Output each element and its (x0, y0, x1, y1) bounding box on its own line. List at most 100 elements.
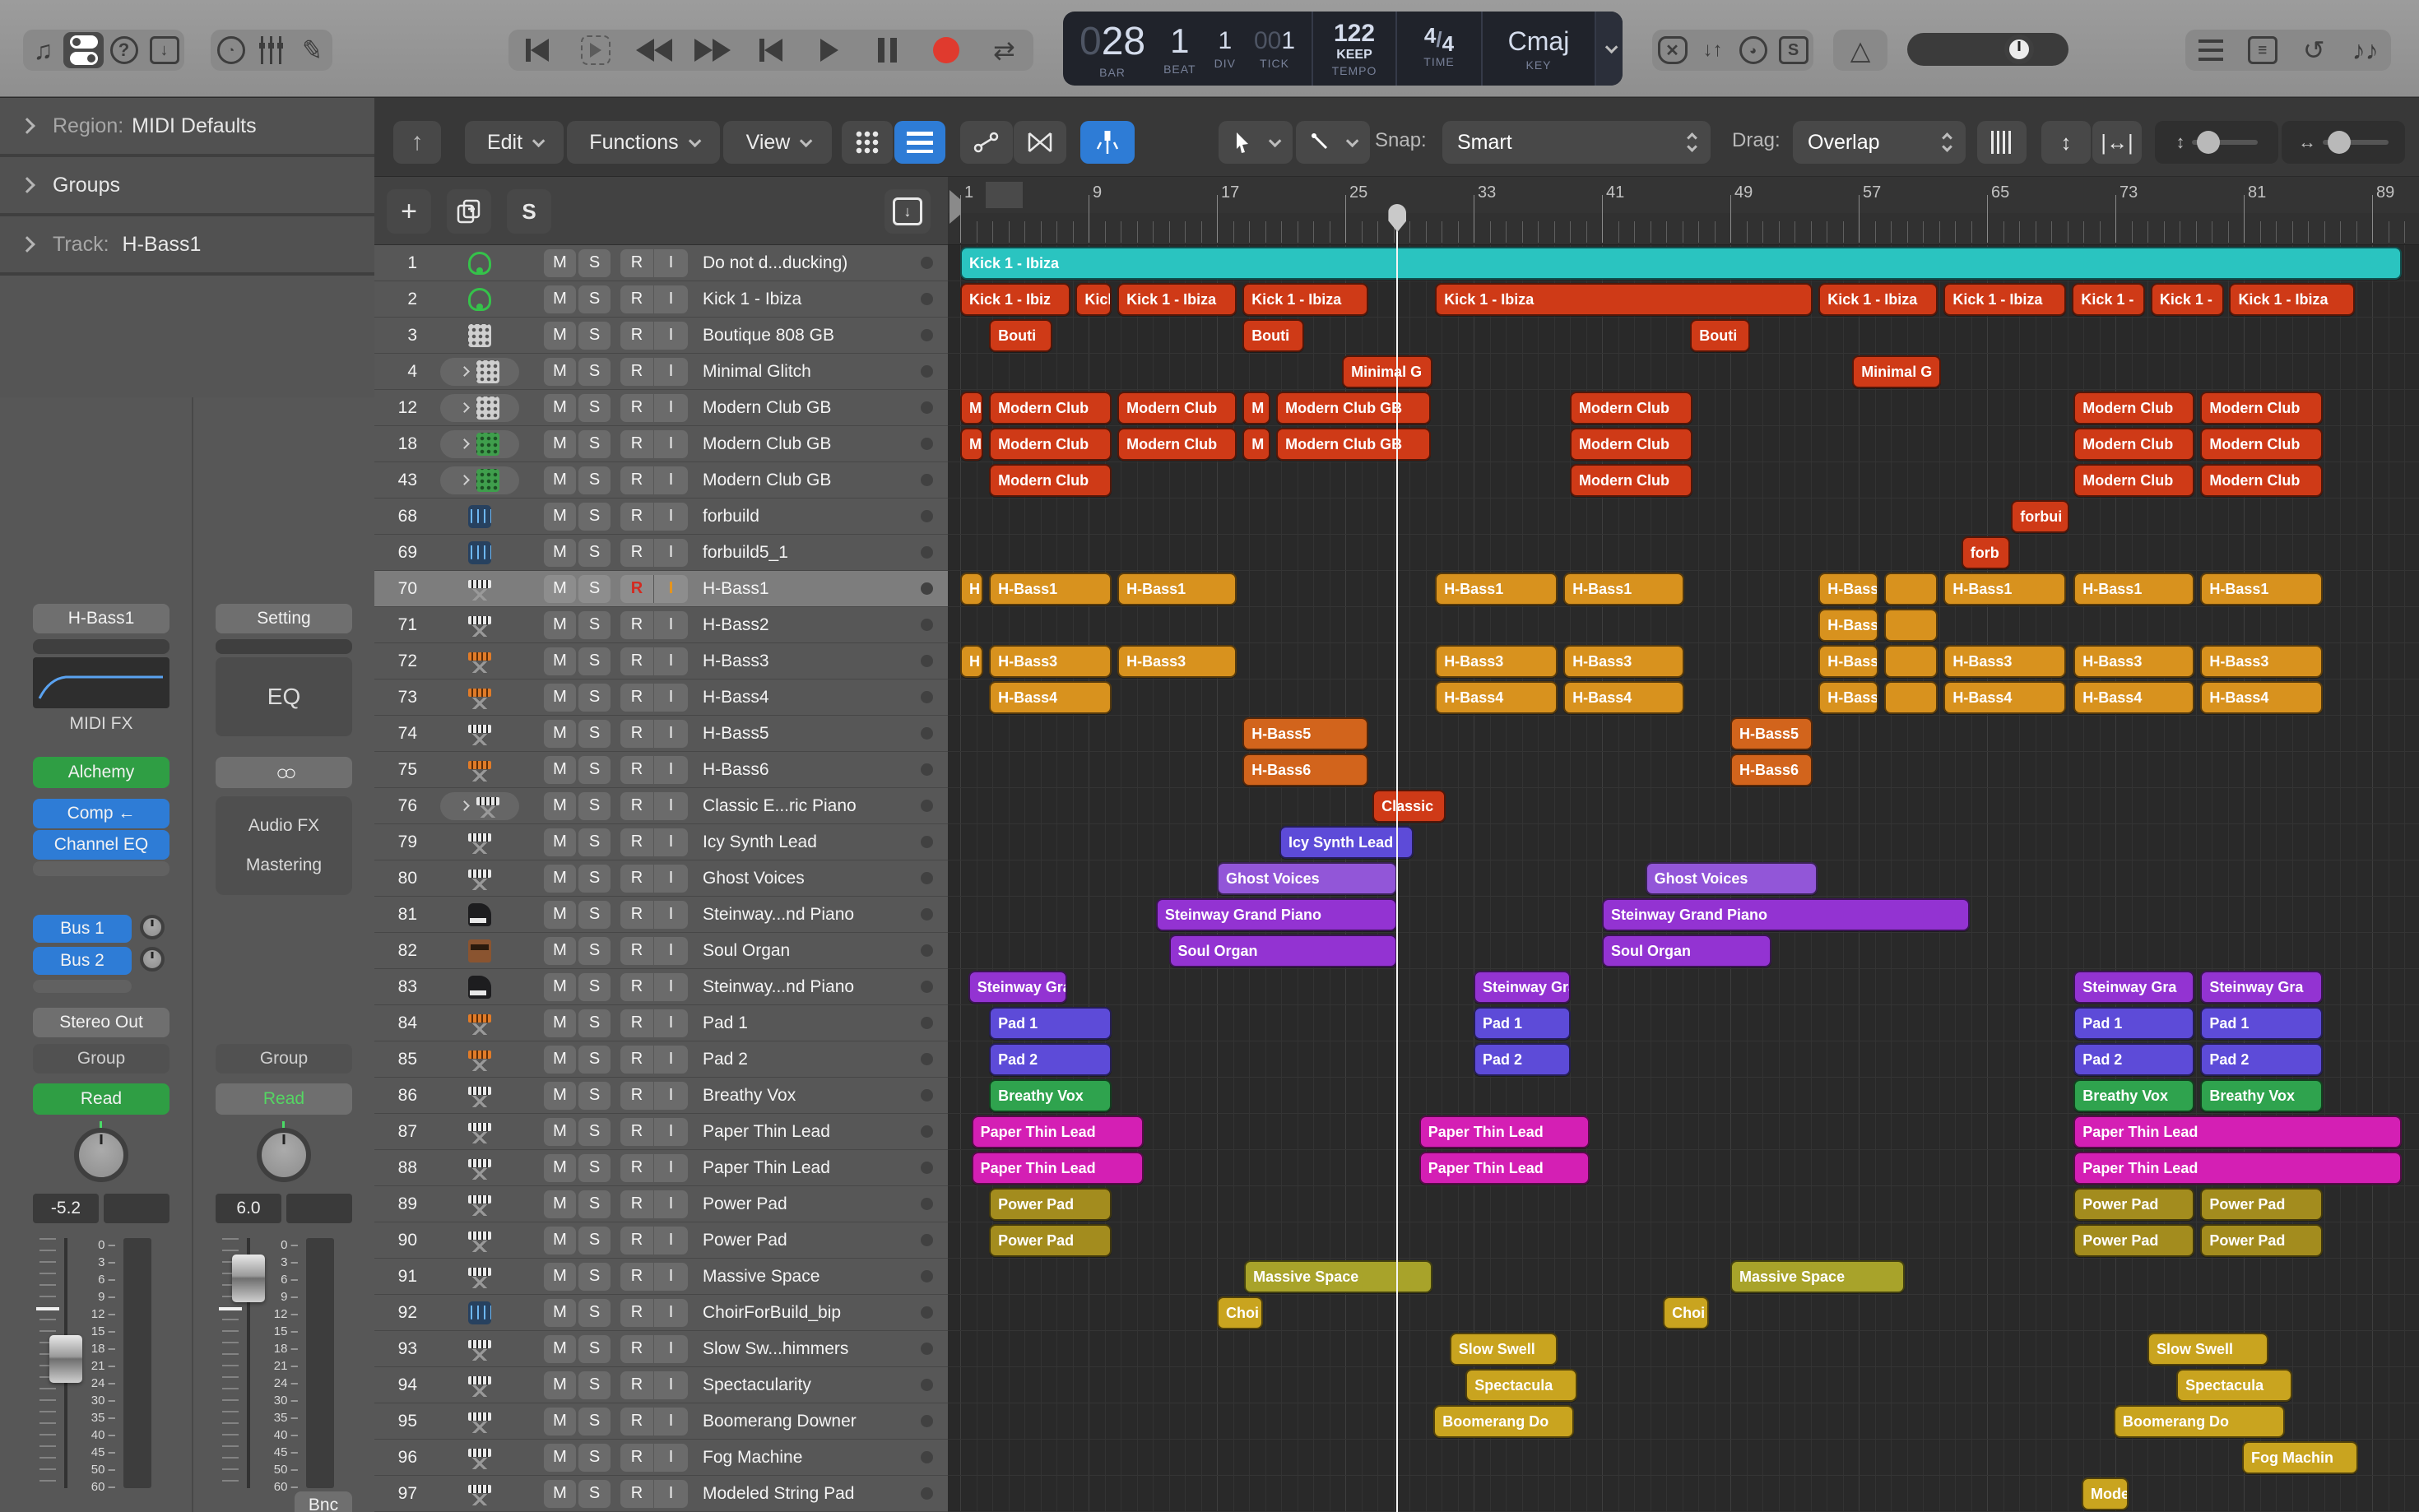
region-h-bass3[interactable]: H-Bass3 (989, 645, 1112, 678)
region-soul-organ[interactable]: Soul Organ (1602, 935, 1771, 967)
media-library-icon[interactable]: ♫ (23, 32, 63, 68)
instrument-slot-button[interactable]: Alchemy (33, 757, 169, 788)
region-pad-1[interactable]: Pad 1 (2200, 1007, 2323, 1040)
region-modern-club[interactable]: Modern Club (2200, 392, 2323, 424)
region-h-bass3[interactable] (1884, 645, 1938, 678)
track-row-92[interactable]: 92MSRIChoirForBuild_bip (374, 1295, 948, 1331)
region-ghost-voices[interactable]: Ghost Voices (1217, 862, 1397, 895)
input-monitor-button[interactable]: I (654, 1299, 688, 1327)
track-row-1[interactable]: 1MSRIDo not d...ducking) (374, 245, 948, 281)
region-steinway-gra[interactable]: Steinway Gra (2200, 971, 2323, 1004)
track-name[interactable]: forbuild5_1 (703, 543, 921, 563)
region-model[interactable]: Model (2082, 1477, 2129, 1510)
record-enable-button[interactable]: R (620, 575, 654, 603)
track-row-71[interactable]: 71MSRIH-Bass2 (374, 607, 948, 643)
track-name[interactable]: Ghost Voices (703, 869, 921, 888)
track-name[interactable]: Soul Organ (703, 941, 921, 961)
track-row-83[interactable]: 83MSRISteinway...nd Piano (374, 969, 948, 1005)
region-h-bass2[interactable] (1884, 609, 1938, 642)
record-enable-button[interactable]: R (620, 828, 654, 856)
region-m[interactable]: M (960, 392, 983, 424)
output-routing-button[interactable]: Stereo Out (33, 1008, 169, 1037)
edit-menu[interactable]: Edit (465, 121, 564, 164)
region-h-bass1[interactable]: H-Bass1 (989, 573, 1112, 605)
solo-button[interactable]: S (578, 1408, 611, 1435)
track-name[interactable]: Massive Space (703, 1267, 921, 1287)
region-slow-swell[interactable]: Slow Swell (1450, 1333, 1558, 1366)
track-name[interactable]: Paper Thin Lead (703, 1122, 921, 1142)
record-enable-button[interactable]: R (620, 937, 654, 965)
master-volume-knob[interactable] (2004, 35, 2034, 64)
region-h-bass3[interactable]: H-Bass3 (1818, 645, 1878, 678)
input-monitor-button[interactable]: I (654, 1082, 688, 1110)
solo-button[interactable]: S (578, 611, 611, 639)
record-enable-button[interactable]: R (620, 611, 654, 639)
send-bus-1-button[interactable]: Bus 1 (33, 915, 132, 943)
region-h-bass1[interactable]: H-Bass1 (2073, 573, 2194, 605)
record-enable-button[interactable]: R (620, 1009, 654, 1037)
solo-button[interactable]: S (578, 1299, 611, 1327)
track-name[interactable]: H-Bass6 (703, 760, 921, 780)
record-enable-button[interactable]: R (620, 1118, 654, 1146)
region-minimal-g[interactable]: Minimal G (1342, 355, 1432, 388)
mute-button[interactable]: M (544, 828, 576, 856)
track-name[interactable]: Slow Sw...himmers (703, 1339, 921, 1359)
solo-button[interactable]: S (578, 1118, 611, 1146)
track-row-69[interactable]: 69MSRIforbuild5_1 (374, 535, 948, 571)
mute-button[interactable]: M (544, 1335, 576, 1363)
record-enable-button[interactable]: R (620, 792, 654, 820)
region-kick-1-ibiza[interactable]: Kick 1 - Ibiza (1818, 283, 1938, 316)
region-h[interactable]: H (960, 573, 983, 605)
input-monitor-button[interactable]: I (654, 720, 688, 748)
region-kick[interactable]: Kick (1075, 283, 1112, 316)
record-enable-button[interactable]: R (620, 756, 654, 784)
region-massive-space[interactable]: Massive Space (1244, 1260, 1432, 1293)
input-monitor-button[interactable]: I (654, 828, 688, 856)
track-row-74[interactable]: 74MSRIH-Bass5 (374, 716, 948, 752)
track-name[interactable]: Power Pad (703, 1194, 921, 1214)
pan-knob[interactable] (74, 1128, 128, 1182)
audio-fx-slot-2[interactable]: Channel EQ (33, 830, 169, 860)
snap-dropdown[interactable]: Smart (1442, 121, 1711, 164)
go-to-beginning-icon[interactable] (514, 32, 560, 68)
record-enable-button[interactable]: R (620, 684, 654, 712)
region-h-bass5[interactable]: H-Bass5 (1730, 717, 1813, 750)
record-enable-button[interactable]: R (620, 1046, 654, 1074)
solo-mode-icon[interactable]: S (1773, 32, 1813, 68)
region-modern-club[interactable]: Modern Club (1117, 428, 1237, 461)
vertical-auto-zoom-icon[interactable]: ↕ (2041, 121, 2091, 164)
region-power-pad[interactable]: Power Pad (2073, 1188, 2194, 1221)
track-row-4[interactable]: 4MSRIMinimal Glitch (374, 354, 948, 390)
mute-button[interactable]: M (544, 249, 576, 277)
region-modern-club[interactable]: Modern Club (2073, 392, 2194, 424)
mute-button[interactable]: M (544, 1299, 576, 1327)
region-power-pad[interactable]: Power Pad (989, 1224, 1112, 1257)
region-breathy-vox[interactable]: Breathy Vox (2073, 1079, 2194, 1112)
region-h-bass4[interactable]: H-Bass4 (2200, 681, 2323, 714)
send-1-knob[interactable] (140, 915, 165, 939)
automation-icon[interactable] (960, 121, 1013, 164)
region-h-bass4[interactable]: H-Bass4 (989, 681, 1112, 714)
play-icon[interactable] (806, 32, 852, 68)
mute-button[interactable]: M (544, 1227, 576, 1255)
solo-button[interactable]: S (578, 358, 611, 386)
list-view-icon[interactable] (894, 121, 945, 164)
mute-button[interactable]: M (544, 1480, 576, 1508)
region-boomerang-do[interactable]: Boomerang Do (1433, 1405, 1574, 1438)
track-row-80[interactable]: 80MSRIGhost Voices (374, 860, 948, 897)
solo-button[interactable]: S (578, 575, 611, 603)
region-paper-thin-lead[interactable]: Paper Thin Lead (972, 1152, 1144, 1185)
record-enable-button[interactable]: R (620, 430, 654, 458)
region-modern-club[interactable]: Modern Club (2073, 428, 2194, 461)
vertical-zoom-slider[interactable]: ↕ (2155, 121, 2278, 164)
inspector-region-header[interactable]: Region: MIDI Defaults (0, 98, 374, 157)
record-enable-button[interactable]: R (620, 1299, 654, 1327)
mute-button[interactable]: M (544, 611, 576, 639)
record-enable-button[interactable]: R (620, 1263, 654, 1291)
tuner-icon[interactable]: ◔ (211, 32, 251, 68)
region-h-bass1[interactable]: H-Bass1 (1818, 573, 1878, 605)
record-enable-button[interactable]: R (620, 1444, 654, 1472)
region-modern-club[interactable]: Modern Club (2200, 428, 2323, 461)
region-modern-club[interactable]: Modern Club (1570, 428, 1692, 461)
solo-button[interactable]: S (578, 1046, 611, 1074)
